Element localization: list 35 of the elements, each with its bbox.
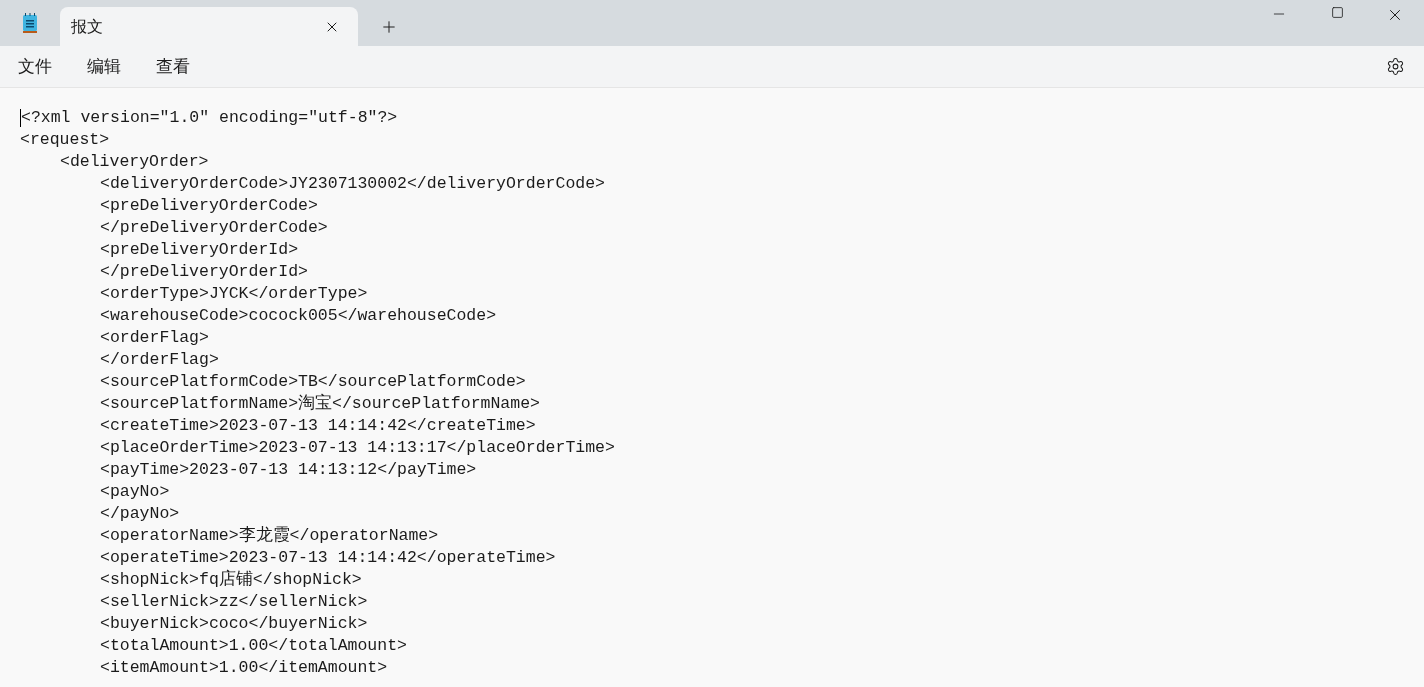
maximize-icon[interactable] <box>1330 6 1344 19</box>
code-line: </preDeliveryOrderId> <box>100 260 308 283</box>
code-line: <operatorName>李龙霞</operatorName> <box>100 524 439 547</box>
code-line: <orderFlag> <box>100 326 209 349</box>
code-line: <placeOrderTime>2023-07-13 14:13:17</placeOrderTime> <box>100 436 615 459</box>
document-tab[interactable]: 报文 <box>60 7 358 46</box>
code-line: </preDeliveryOrderCode> <box>100 216 328 239</box>
code-line: <sourcePlatformCode>TB</sourcePlatformCode> <box>100 370 526 393</box>
code-line: <operateTime>2023-07-13 14:14:42</operateTime> <box>100 546 556 569</box>
code-line: <sellerNick>zz</sellerNick> <box>100 590 368 613</box>
code-line: <shopNick>fq店铺</shopNick> <box>100 568 362 591</box>
code-line: <?xml version="1.0" encoding="utf-8"?> <box>21 106 398 129</box>
code-line: <createTime>2023-07-13 14:14:42</createTime> <box>100 414 536 437</box>
code-line: <payTime>2023-07-13 14:13:12</payTime> <box>100 458 477 481</box>
code-line: </payNo> <box>100 502 180 525</box>
code-line: <buyerNick>coco</buyerNick> <box>100 612 368 635</box>
code-line: </orderFlag> <box>100 348 219 371</box>
code-line: <preDeliveryOrderCode> <box>100 194 318 217</box>
code-line: <sourcePlatformName>淘宝</sourcePlatformName> <box>100 392 540 415</box>
settings-icon[interactable] <box>1386 57 1405 76</box>
code-line: <itemAmount>1.00</itemAmount> <box>100 656 388 679</box>
code-line: <totalAmount>1.00</totalAmount> <box>100 634 407 657</box>
code-line: <request> <box>20 128 110 151</box>
code-line: <deliveryOrder> <box>60 150 209 173</box>
notepad-icon <box>22 12 38 34</box>
text-cursor <box>20 109 21 127</box>
code-line: <preDeliveryOrderId> <box>100 238 299 261</box>
code-line: <orderType>JYCK</orderType> <box>100 282 368 305</box>
code-line: <deliveryOrderCode>JY2307130002</deliveryOrderCode> <box>100 172 605 195</box>
tab-title: 报文 <box>71 16 104 37</box>
menu-item[interactable]: 查看 <box>156 53 190 80</box>
code-line: <warehouseCode>cocock005</warehouseCode> <box>100 304 497 327</box>
menu-item[interactable]: 编辑 <box>87 53 121 80</box>
menu-item[interactable]: 文件 <box>18 53 52 80</box>
code-line: <payNo> <box>100 480 170 503</box>
